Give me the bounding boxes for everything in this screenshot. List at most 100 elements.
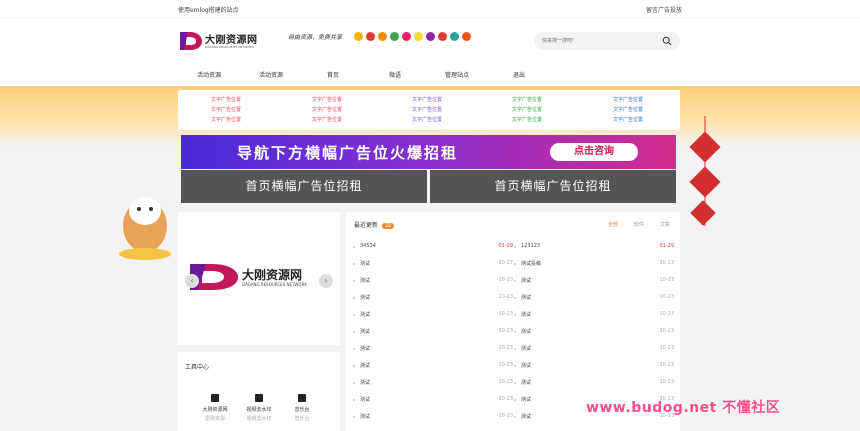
- list-item-title[interactable]: 测试: [360, 413, 370, 420]
- nav-item-activity-1[interactable]: 活动资源: [178, 70, 240, 79]
- nav-item-logout[interactable]: 退出: [488, 70, 550, 79]
- ad-column-4: 文字广告位置 文字广告位置 文字广告位置: [512, 95, 572, 125]
- list-item[interactable]: 测试 10-23: [514, 274, 674, 291]
- list-item[interactable]: 测试 10-23: [514, 359, 674, 376]
- tool-item[interactable]: 视频去水印 视频去水印: [239, 394, 279, 422]
- list-item-title[interactable]: 测试: [521, 277, 531, 284]
- recent-updates-title: 最近更新: [354, 222, 379, 229]
- text-ad-link[interactable]: 文字广告位置: [613, 95, 673, 105]
- list-item[interactable]: 测试 10-23: [514, 376, 674, 393]
- slider-next-button[interactable]: ›: [319, 274, 333, 288]
- list-item[interactable]: 测试 10-23: [353, 359, 513, 376]
- flower-icon: [402, 32, 411, 41]
- list-item-title[interactable]: 123123: [521, 243, 540, 249]
- bullet-icon: [514, 382, 516, 384]
- list-item-title[interactable]: 测试: [521, 294, 531, 301]
- tool-item[interactable]: 音乐台 音乐台: [282, 394, 322, 422]
- list-item[interactable]: 测试 10-23: [353, 291, 513, 308]
- bullet-icon: [514, 297, 516, 299]
- nav-item-admin[interactable]: 管理站点: [426, 70, 488, 79]
- list-item-title[interactable]: 测试: [360, 294, 370, 301]
- list-item-title[interactable]: 34534: [360, 243, 376, 249]
- list-item-date: 10-23: [659, 328, 674, 334]
- text-ad-link[interactable]: 文字广告位置: [412, 105, 472, 115]
- list-item[interactable]: 测试 10-23: [353, 274, 513, 291]
- text-ad-link[interactable]: 文字广告位置: [211, 105, 271, 115]
- list-item[interactable]: 测试 10-23: [514, 291, 674, 308]
- nav-item-weiyu[interactable]: 微语: [364, 70, 426, 79]
- slider-prev-button[interactable]: ‹: [185, 274, 199, 288]
- list-item-title[interactable]: 测试: [360, 379, 370, 386]
- text-ad-link[interactable]: 文字广告位置: [512, 115, 572, 125]
- text-ad-link[interactable]: 文字广告位置: [412, 115, 472, 125]
- list-item[interactable]: 测试 10-23: [353, 376, 513, 393]
- text-ad-link[interactable]: 文字广告位置: [512, 95, 572, 105]
- list-item-date: 10-23: [498, 311, 513, 317]
- list-item-title[interactable]: 测试: [360, 396, 370, 403]
- list-item-title[interactable]: 测试: [521, 311, 531, 318]
- consult-button[interactable]: 点击咨询: [550, 143, 638, 161]
- list-item-date: 10-23: [659, 294, 674, 300]
- tab-software[interactable]: 软件: [634, 221, 644, 228]
- text-ad-link[interactable]: 文字广告位置: [211, 95, 271, 105]
- list-item-title[interactable]: 测试: [521, 396, 531, 403]
- ad-contact-link[interactable]: 留言广告投放: [646, 5, 682, 14]
- list-item-title[interactable]: 测试: [360, 311, 370, 318]
- list-item[interactable]: 123123 01-29: [514, 240, 674, 257]
- list-item[interactable]: 测试 10-23: [353, 342, 513, 359]
- ad-column-5: 文字广告位置 文字广告位置 文字广告位置: [613, 95, 673, 125]
- text-ad-link[interactable]: 文字广告位置: [211, 115, 271, 125]
- tab-articles[interactable]: 文章: [660, 221, 670, 228]
- bullet-icon: [353, 246, 355, 248]
- nav-item-activity-2[interactable]: 活动资源: [240, 70, 302, 79]
- nav-banner-ad[interactable]: 导航下方横幅广告位火爆招租 点击咨询: [181, 135, 676, 169]
- list-item[interactable]: 测试 10-23: [514, 342, 674, 359]
- home-banner-ad-left[interactable]: 首页横幅广告位招租: [181, 170, 427, 203]
- list-item-date: 10-23: [498, 396, 513, 402]
- list-item-title[interactable]: 测试: [521, 379, 531, 386]
- text-ad-link[interactable]: 文字广告位置: [512, 105, 572, 115]
- list-item[interactable]: 测试 10-23: [353, 410, 513, 427]
- text-ad-link[interactable]: 文字广告位置: [312, 95, 372, 105]
- list-item[interactable]: 测试 10-23: [514, 308, 674, 325]
- text-ad-link[interactable]: 文字广告位置: [312, 105, 372, 115]
- list-item-title[interactable]: 测试: [360, 362, 370, 369]
- slider-logo-subtitle: DAGANG RESOURCES NETWORK: [242, 282, 307, 287]
- list-item-title[interactable]: 测试: [521, 362, 531, 369]
- text-ad-link[interactable]: 文字广告位置: [412, 95, 472, 105]
- list-item-date: 10-23: [498, 345, 513, 351]
- text-ad-link[interactable]: 文字广告位置: [613, 105, 673, 115]
- list-item-date: 10-23: [659, 362, 674, 368]
- firecracker-icon: [366, 32, 375, 41]
- tool-item[interactable]: 大刚资源网 爱刚资源: [195, 394, 235, 422]
- ad-column-3: 文字广告位置 文字广告位置 文字广告位置: [412, 95, 472, 125]
- list-item-title[interactable]: 测试投稿: [521, 260, 541, 267]
- list-item-title[interactable]: 测试: [360, 328, 370, 335]
- list-item[interactable]: 测试 10-23: [353, 393, 513, 410]
- list-item-title[interactable]: 测试: [521, 345, 531, 352]
- list-item[interactable]: 测试 10-23: [353, 325, 513, 342]
- search-box[interactable]: [534, 32, 680, 50]
- search-input[interactable]: [542, 35, 652, 47]
- list-item-title[interactable]: 测试: [360, 260, 370, 267]
- list-item[interactable]: 34534 01-29: [353, 240, 513, 257]
- list-item-date: 10-23: [659, 260, 674, 266]
- search-icon[interactable]: [662, 36, 672, 46]
- list-item-title[interactable]: 测试: [521, 328, 531, 335]
- list-item-title[interactable]: 测试: [521, 413, 531, 420]
- text-ad-link[interactable]: 文字广告位置: [312, 115, 372, 125]
- list-item-title[interactable]: 测试: [360, 345, 370, 352]
- list-item[interactable]: 测试 10-27: [353, 257, 513, 274]
- tab-all[interactable]: 全部: [608, 221, 618, 228]
- site-logo[interactable]: 大刚资源网 DAGANG RESOURCES NETWORK: [178, 28, 278, 54]
- list-item-date: 10-23: [498, 277, 513, 283]
- nav-item-home[interactable]: 首页: [302, 70, 364, 79]
- tree-icon: [450, 32, 459, 41]
- home-banner-ad-right[interactable]: 首页横幅广告位招租: [430, 170, 676, 203]
- list-item[interactable]: 测试投稿 10-23: [514, 257, 674, 274]
- list-item[interactable]: 测试 10-23: [514, 325, 674, 342]
- list-item[interactable]: 测试 10-23: [353, 308, 513, 325]
- list-item-title[interactable]: 测试: [360, 277, 370, 284]
- text-ad-link[interactable]: 文字广告位置: [613, 115, 673, 125]
- leaf-icon: [390, 32, 399, 41]
